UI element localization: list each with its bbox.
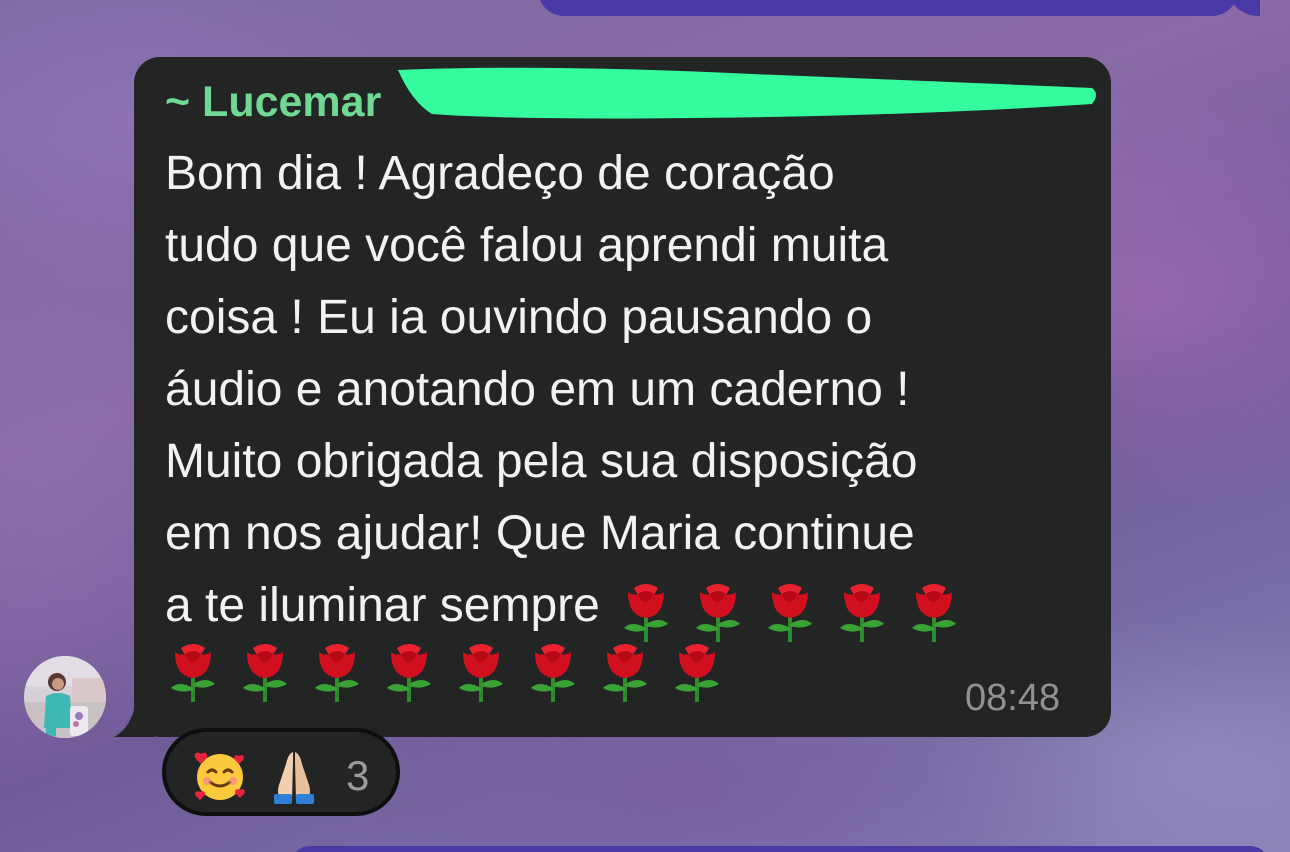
rose-icon <box>675 644 719 702</box>
rose-icon <box>171 644 215 702</box>
message-line: Bom dia ! Agradeço de coração <box>165 147 835 200</box>
message-line: tudo que você falou aprendi muita <box>165 219 889 272</box>
message-line: a te iluminar sempre <box>165 579 600 632</box>
folded-hands-icon <box>274 752 314 804</box>
rose-icon <box>387 644 431 702</box>
reaction-count: 3 <box>346 752 370 799</box>
rose-icon <box>911 584 956 642</box>
reactions-pill[interactable]: 3 <box>162 728 400 816</box>
rose-emoji-group <box>165 640 741 704</box>
rose-icon <box>315 644 359 702</box>
message-line: em nos ajudar! Que Maria continue <box>165 507 915 560</box>
message-timestamp: 08:48 <box>965 677 1061 719</box>
sender-name[interactable]: ~ Lucemar <box>165 78 381 126</box>
outgoing-message-bubble[interactable] <box>538 0 1260 16</box>
message-text: Bom dia ! Agradeço de coração tudo que v… <box>165 138 1075 642</box>
rose-icon <box>839 584 884 642</box>
rose-icon <box>243 644 287 702</box>
redaction-marker <box>398 67 1096 119</box>
rose-icon <box>603 644 647 702</box>
smiling-face-with-hearts-icon <box>194 752 245 800</box>
outgoing-message-bubble[interactable] <box>290 846 1270 852</box>
rose-icon <box>695 584 740 642</box>
message-line: coisa ! Eu ia ouvindo pausando o <box>165 291 873 344</box>
rose-icon <box>459 644 503 702</box>
message-line-last: a te iluminar sempre <box>165 570 1075 642</box>
rose-icon <box>767 584 812 642</box>
message-line: Muito obrigada pela sua disposição <box>165 435 918 488</box>
rose-icon <box>531 644 575 702</box>
rose-icon <box>623 584 668 642</box>
message-line: áudio e anotando em um caderno ! <box>165 363 910 416</box>
sender-avatar[interactable] <box>24 656 106 738</box>
